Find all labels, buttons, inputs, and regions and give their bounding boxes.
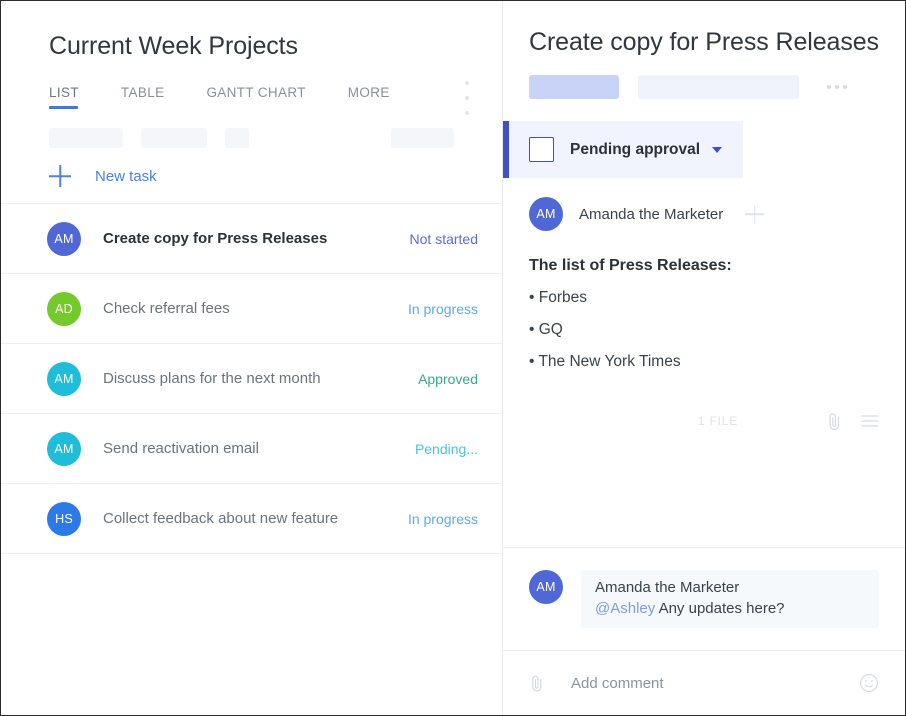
task-row[interactable]: AM Discuss plans for the next month Approv… bbox=[1, 344, 502, 414]
detail-meta-placeholder-row bbox=[503, 75, 905, 99]
more-options-horizontal-icon[interactable] bbox=[827, 85, 847, 89]
description-item: • Forbes bbox=[529, 289, 587, 306]
task-title: Send reactivation email bbox=[103, 440, 259, 457]
plus-icon bbox=[49, 165, 71, 187]
task-list-panel: Current Week Projects LIST TABLE GANTT C… bbox=[1, 1, 503, 715]
status-badge[interactable]: Pending... bbox=[415, 441, 478, 457]
avatar: AM bbox=[47, 361, 81, 396]
kebab-dot bbox=[843, 85, 847, 89]
new-task-label: New task bbox=[95, 167, 157, 185]
mention-link[interactable]: @Ashley bbox=[595, 600, 655, 617]
page-title: Current Week Projects bbox=[49, 32, 298, 60]
placeholder-bar bbox=[225, 128, 249, 148]
app-window: Current Week Projects LIST TABLE GANTT C… bbox=[0, 0, 906, 716]
status-badge[interactable]: In progress bbox=[408, 511, 478, 527]
kebab-dot bbox=[465, 81, 469, 85]
comment-bubble: Amanda the Marketer @Ashley Any updates … bbox=[581, 570, 879, 628]
paperclip-icon[interactable] bbox=[826, 412, 843, 431]
more-options-vertical-icon[interactable] bbox=[460, 81, 474, 115]
task-list: AM Create copy for Press Releases Not star… bbox=[1, 204, 502, 554]
filter-placeholder-row bbox=[1, 127, 502, 149]
view-tabs: LIST TABLE GANTT CHART MORE bbox=[49, 85, 502, 109]
assignee-row: AM Amanda the Marketer bbox=[503, 195, 905, 233]
task-row[interactable]: AD Check referral fees In progress bbox=[1, 274, 502, 344]
avatar: AD bbox=[47, 291, 81, 326]
task-row[interactable]: AM Send reactivation email Pending... bbox=[1, 414, 502, 484]
kebab-dot bbox=[465, 111, 469, 115]
status-label: Pending approval bbox=[570, 140, 701, 158]
add-assignee-icon[interactable] bbox=[745, 205, 764, 224]
placeholder-tag bbox=[638, 75, 799, 99]
assignee-name: Amanda the Marketer bbox=[579, 205, 724, 223]
status-checkbox[interactable] bbox=[529, 137, 554, 162]
detail-header: Create copy for Press Releases bbox=[503, 1, 905, 57]
status-badge[interactable]: Approved bbox=[418, 371, 478, 387]
file-count-label: 1 FILE bbox=[697, 414, 738, 429]
status-selector[interactable]: Pending approval bbox=[503, 121, 743, 178]
detail-spacer bbox=[503, 436, 905, 547]
left-panel-header: Current Week Projects LIST TABLE GANTT C… bbox=[1, 1, 502, 109]
placeholder-bar bbox=[391, 128, 454, 148]
placeholder-bar bbox=[141, 128, 207, 148]
task-description: The list of Press Releases: • Forbes • G… bbox=[503, 257, 905, 384]
list-view-icon[interactable] bbox=[861, 414, 879, 428]
tab-gantt-chart[interactable]: GANTT CHART bbox=[206, 85, 305, 109]
tab-list[interactable]: LIST bbox=[49, 85, 79, 109]
task-row[interactable]: AM Create copy for Press Releases Not star… bbox=[1, 204, 502, 274]
avatar: AM bbox=[47, 431, 81, 466]
status-badge[interactable]: In progress bbox=[408, 301, 478, 317]
tab-table[interactable]: TABLE bbox=[121, 85, 165, 109]
description-item: • GQ bbox=[529, 321, 563, 339]
task-title: Check referral fees bbox=[103, 300, 230, 317]
task-title: Collect feedback about new feature bbox=[103, 510, 339, 527]
chevron-down-icon[interactable] bbox=[712, 146, 723, 153]
comment-text: @Ashley Any updates here? bbox=[595, 600, 865, 617]
new-task-button[interactable]: New task bbox=[1, 149, 502, 204]
avatar: HS bbox=[47, 501, 81, 536]
paperclip-icon[interactable] bbox=[529, 674, 545, 693]
kebab-dot bbox=[835, 85, 839, 89]
description-item: • The New York Times bbox=[529, 353, 681, 371]
add-comment-placeholder: Add comment bbox=[571, 674, 664, 692]
task-title: Discuss plans for the next month bbox=[103, 370, 321, 387]
comment-author: Amanda the Marketer bbox=[595, 579, 740, 596]
avatar[interactable]: AM bbox=[529, 197, 563, 231]
placeholder-tag bbox=[529, 75, 619, 99]
task-detail-panel: Create copy for Press Releases Pending a… bbox=[503, 1, 905, 715]
task-row[interactable]: HS Collect feedback about new feature In p… bbox=[1, 484, 502, 554]
placeholder-bar bbox=[49, 128, 123, 148]
tab-more[interactable]: MORE bbox=[348, 85, 390, 109]
kebab-dot bbox=[465, 96, 469, 100]
description-heading: The list of Press Releases: bbox=[529, 257, 732, 274]
kebab-dot bbox=[827, 85, 831, 89]
comment-item: AM Amanda the Marketer @Ashley Any updat… bbox=[529, 570, 879, 628]
task-title: Create copy for Press Releases bbox=[103, 230, 328, 247]
avatar[interactable]: AM bbox=[529, 570, 563, 604]
attachment-toolbar: 1 FILE bbox=[503, 406, 905, 436]
comments-section: AM Amanda the Marketer @Ashley Any updat… bbox=[503, 547, 905, 628]
detail-title: Create copy for Press Releases bbox=[529, 28, 879, 56]
add-comment-input[interactable]: Add comment bbox=[503, 650, 905, 715]
avatar: AM bbox=[47, 221, 81, 256]
status-badge[interactable]: Not started bbox=[410, 231, 478, 247]
emoji-icon[interactable] bbox=[859, 673, 879, 693]
comment-body: Any updates here? bbox=[655, 600, 785, 617]
